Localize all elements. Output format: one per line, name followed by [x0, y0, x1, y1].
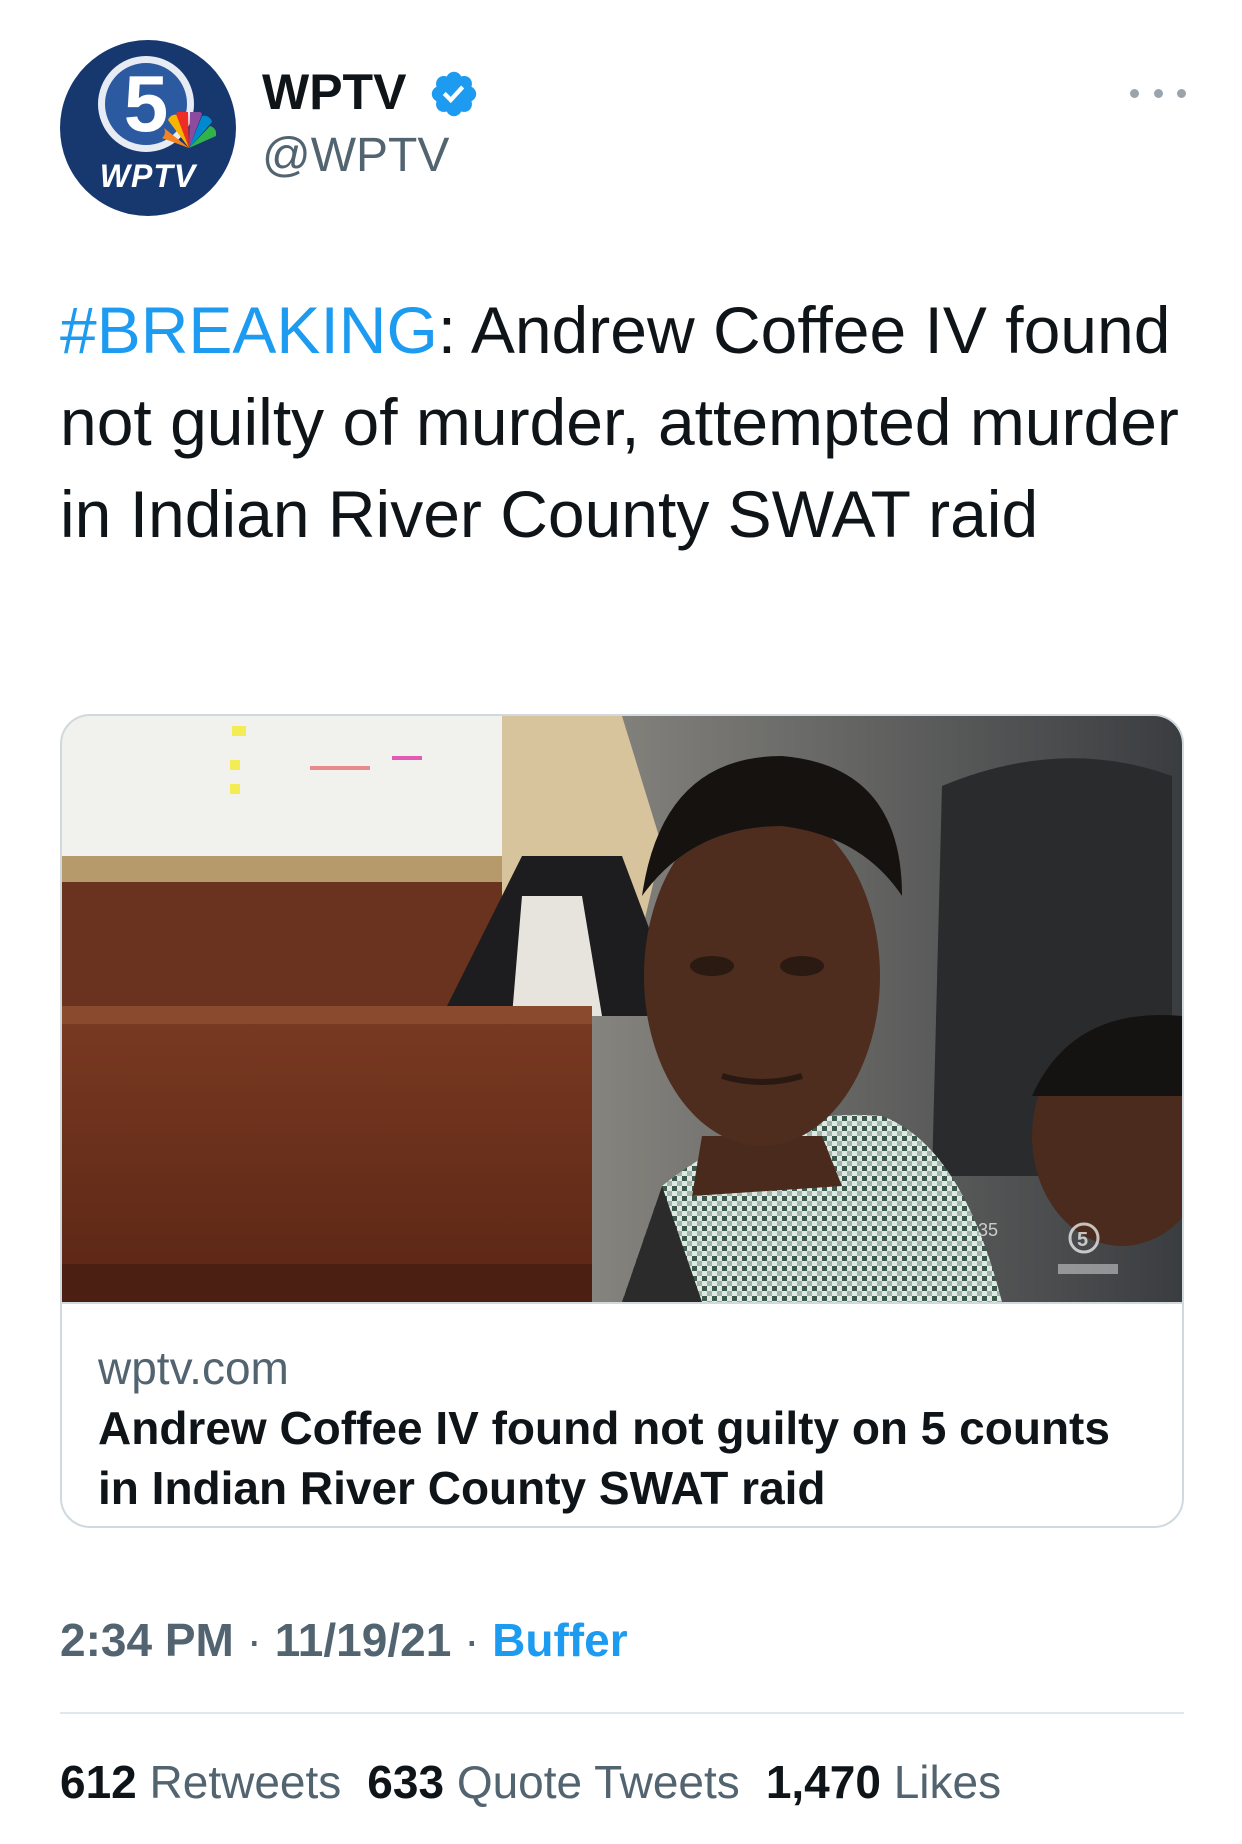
more-options-icon[interactable] [1130, 78, 1186, 108]
avatar-brand-text: WPTV [99, 158, 197, 194]
tweet-date[interactable]: 11/19/21 [275, 1614, 452, 1666]
peacock-icon [162, 112, 216, 148]
tweet: 5 WPTV WPTV @WPTV #BREAKING: Andrew Coff… [0, 0, 1242, 1844]
card-info: wptv.com Andrew Coffee IV found not guil… [62, 1302, 1182, 1526]
author-display-name[interactable]: WPTV [262, 62, 406, 122]
retweets-label: Retweets [149, 1756, 342, 1808]
hashtag-link[interactable]: #BREAKING [60, 293, 438, 367]
quote-tweets-label: Quote Tweets [456, 1756, 740, 1808]
tweet-text: #BREAKING: Andrew Coffee IV found not gu… [60, 284, 1190, 560]
more-dot [1153, 88, 1163, 98]
tweet-source-link[interactable]: Buffer [492, 1614, 627, 1666]
svg-text:35: 35 [978, 1220, 998, 1240]
verified-badge-icon [431, 71, 477, 117]
link-card[interactable]: 35 5 wptv.com Andrew Coffee IV found not… [60, 714, 1184, 1528]
meta-separator: · [246, 1614, 262, 1666]
more-dot [1130, 88, 1139, 98]
likes-label: Likes [893, 1756, 1002, 1808]
retweets-stat[interactable]: 612 Retweets [60, 1752, 341, 1812]
card-domain: wptv.com [98, 1342, 289, 1394]
meta-separator: · [464, 1614, 480, 1666]
divider [60, 1712, 1184, 1714]
retweets-count: 612 [60, 1756, 137, 1808]
tweet-meta: 2:34 PM · 11/19/21 · Buffer [60, 1610, 628, 1670]
quote-tweets-count: 633 [367, 1756, 445, 1808]
tweet-time[interactable]: 2:34 PM [60, 1614, 234, 1666]
engagement-stats: 612 Retweets 633 Quote Tweets 1,470 Like… [60, 1752, 1027, 1812]
likes-stat[interactable]: 1,470 Likes [766, 1752, 1001, 1812]
card-image[interactable]: 35 5 [62, 716, 1182, 1302]
card-overlay-logo: 5 [1077, 1229, 1088, 1251]
author-handle[interactable]: @WPTV [262, 126, 449, 186]
quote-tweets-stat[interactable]: 633 Quote Tweets [367, 1752, 740, 1812]
author-avatar[interactable]: 5 WPTV [60, 40, 236, 216]
likes-count: 1,470 [765, 1756, 881, 1808]
more-dot [1177, 88, 1186, 98]
card-title: Andrew Coffee IV found not guilty on 5 c… [98, 1402, 1110, 1514]
